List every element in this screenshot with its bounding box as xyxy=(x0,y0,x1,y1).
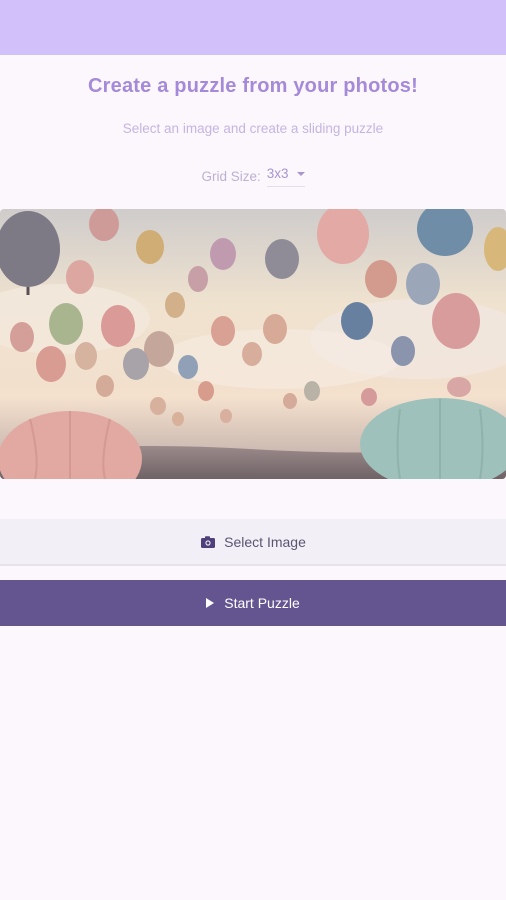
grid-size-row: Grid Size: 3x3 xyxy=(0,166,506,187)
page-title: Create a puzzle from your photos! xyxy=(88,75,418,97)
grid-size-value: 3x3 xyxy=(266,166,289,181)
page-subtitle: Select an image and create a sliding puz… xyxy=(122,121,384,136)
start-puzzle-label: Start Puzzle xyxy=(224,595,300,611)
start-puzzle-button[interactable]: Start Puzzle xyxy=(0,580,506,626)
select-image-label: Select Image xyxy=(224,533,306,550)
grid-size-label: Grid Size: xyxy=(201,169,261,184)
play-icon xyxy=(206,598,215,608)
selected-image xyxy=(0,209,506,479)
app-bar xyxy=(0,0,506,55)
chevron-down-icon xyxy=(296,171,305,176)
grid-size-dropdown[interactable]: 3x3 xyxy=(266,166,305,187)
select-image-button[interactable]: Select Image xyxy=(0,519,506,566)
add-photo-icon xyxy=(201,535,216,548)
